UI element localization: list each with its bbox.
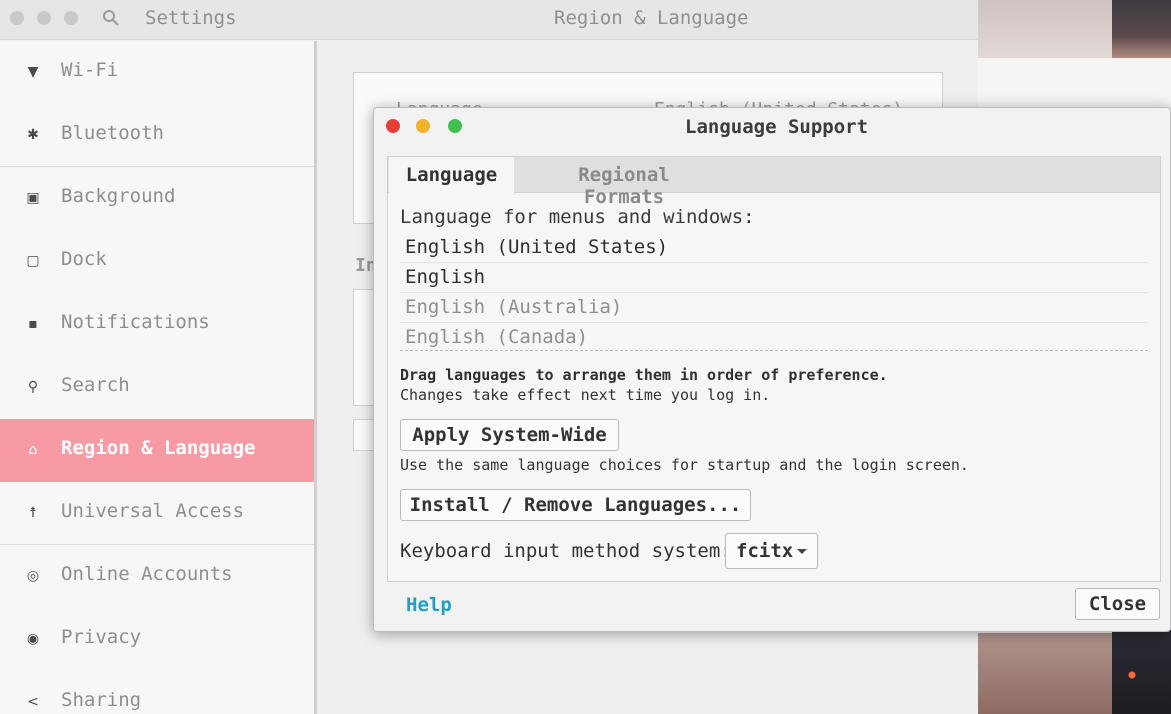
background-icon: ▣	[26, 190, 40, 206]
sidebar-item-dock[interactable]: ▢ Dock	[0, 230, 314, 293]
tab-language[interactable]: Language	[389, 157, 514, 194]
sidebar-item-sharing[interactable]: < Sharing	[0, 671, 314, 714]
sidebar-item-label: Wi-Fi	[61, 59, 119, 81]
keyboard-input-label: Keyboard input method system:	[400, 540, 732, 562]
list-item[interactable]: English (Canada)	[400, 323, 1148, 353]
keyboard-input-select[interactable]: fcitx	[725, 533, 818, 569]
apply-note: Use the same language choices for startu…	[400, 456, 969, 474]
sidebar-item-label: Search	[61, 374, 130, 396]
tab-regional-formats[interactable]: Regional Formats	[534, 157, 714, 208]
sidebar-item-label: Notifications	[61, 311, 210, 333]
list-item[interactable]: English (United States)	[400, 233, 1148, 263]
sidebar-item-online-accounts[interactable]: ◎ Online Accounts	[0, 545, 314, 608]
sidebar-item-label: Privacy	[61, 626, 142, 648]
region-language-icon: ⌂	[28, 442, 38, 458]
language-name: English (Canada)	[405, 326, 589, 348]
apply-system-wide-button[interactable]: Apply System-Wide	[400, 419, 619, 451]
wallpaper-dark-area-top	[1112, 0, 1171, 60]
language-name: English (Australia)	[405, 296, 623, 318]
privacy-icon: ◉	[26, 631, 40, 647]
sidebar-item-bluetooth[interactable]: ✱ Bluetooth	[0, 104, 314, 167]
settings-titlebar: Settings Region & Language	[0, 0, 978, 40]
language-support-dialog: Language Support Language Regional Forma…	[373, 107, 1171, 632]
dock-icon: ▢	[26, 253, 40, 269]
language-name: English	[405, 266, 486, 288]
sidebar-item-label: Online Accounts	[61, 563, 233, 585]
install-remove-languages-button[interactable]: Install / Remove Languages...	[400, 489, 751, 521]
dialog-title: Language Support	[685, 116, 869, 138]
app-title: Settings	[145, 7, 237, 29]
sidebar-item-wifi[interactable]: ▼ Wi-Fi	[0, 41, 314, 104]
sidebar-item-label: Bluetooth	[61, 122, 164, 144]
tab-bar: Language Regional Formats	[388, 157, 1160, 208]
language-list-heading: Language for menus and windows:	[400, 206, 755, 228]
online-accounts-icon: ◎	[26, 568, 40, 584]
language-notebook: Language Regional Formats Language for m…	[387, 156, 1161, 582]
drag-instruction: Drag languages to arrange them in order …	[400, 366, 888, 384]
sidebar-item-search[interactable]: ⚲ Search	[0, 356, 314, 419]
sidebar-item-notifications[interactable]: ▪ Notifications	[0, 293, 314, 356]
minimize-light-icon[interactable]	[416, 119, 430, 133]
chevron-down-icon	[797, 549, 807, 554]
effect-note: Changes take effect next time you log in…	[400, 386, 771, 404]
bluetooth-icon: ✱	[27, 127, 39, 143]
search-icon: ⚲	[27, 379, 39, 395]
sidebar-item-label: Background	[61, 185, 176, 207]
sidebar-item-label: Universal Access	[61, 500, 245, 522]
sidebar-item-label: Sharing	[61, 689, 142, 711]
maximize-light-icon[interactable]	[448, 119, 462, 133]
sidebar-item-background[interactable]: ▣ Background	[0, 167, 314, 230]
universal-access-icon: ☨	[29, 505, 37, 521]
keyboard-input-value: fcitx	[736, 540, 794, 562]
sidebar-item-privacy[interactable]: ◉ Privacy	[0, 608, 314, 671]
dialog-titlebar: Language Support	[374, 108, 1170, 146]
close-window-button[interactable]	[10, 11, 24, 25]
minimize-window-button[interactable]	[37, 11, 51, 25]
language-list[interactable]: English (United States) English English …	[400, 233, 1148, 351]
maximize-window-button[interactable]	[64, 11, 78, 25]
wallpaper-dark-area-bottom	[1112, 630, 1171, 714]
wifi-icon: ▼	[27, 64, 39, 80]
notifications-icon: ▪	[28, 316, 38, 332]
list-item[interactable]: English	[400, 263, 1148, 293]
close-button[interactable]: Close	[1075, 588, 1160, 620]
help-link[interactable]: Help	[406, 594, 452, 616]
panel-title: Region & Language	[554, 7, 749, 29]
sidebar-item-region-language[interactable]: ⌂ Region & Language	[0, 419, 314, 482]
sidebar-item-label: Region & Language	[61, 437, 256, 459]
sidebar-item-universal-access[interactable]: ☨ Universal Access	[0, 482, 314, 545]
search-icon[interactable]	[101, 8, 121, 28]
sharing-icon: <	[27, 694, 39, 710]
language-name: English (United States)	[405, 236, 669, 258]
sidebar-item-label: Dock	[61, 248, 107, 270]
list-item[interactable]: English (Australia)	[400, 293, 1148, 323]
close-light-icon[interactable]	[386, 119, 400, 133]
